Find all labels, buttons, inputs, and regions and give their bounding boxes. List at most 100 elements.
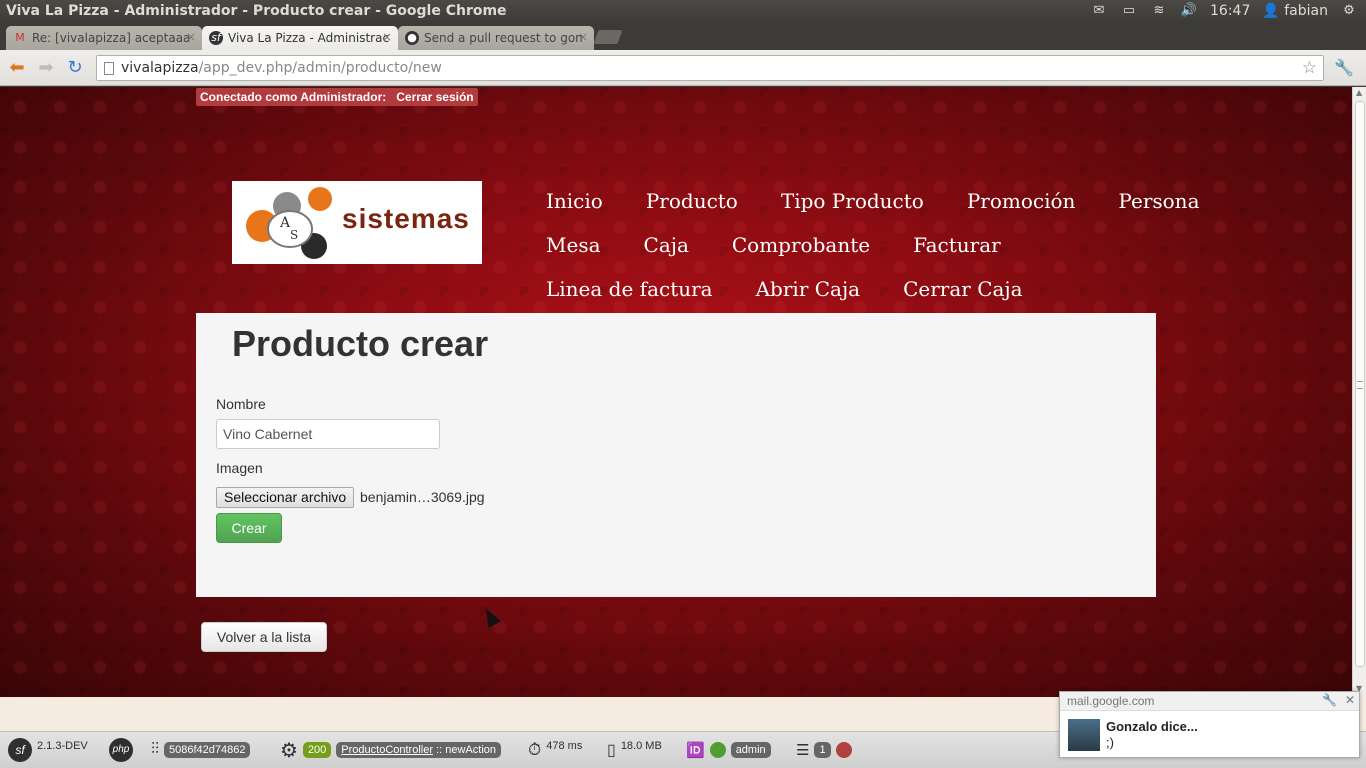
user-menu[interactable]: 👤 fabian [1262, 3, 1328, 19]
wrench-icon[interactable]: 🔧 [1334, 58, 1354, 77]
username: fabian [1284, 3, 1328, 19]
close-icon[interactable]: × [186, 30, 196, 44]
cogs-icon: ⚙ [280, 739, 298, 762]
nav-tipo-producto[interactable]: Tipo Producto [781, 189, 924, 213]
new-tab-button[interactable] [593, 30, 623, 44]
php-icon: php [109, 738, 133, 762]
close-icon[interactable]: × [578, 30, 588, 44]
sf-php[interactable]: php [109, 738, 133, 762]
nav-abrir-caja[interactable]: Abrir Caja [756, 277, 860, 301]
mail-icon[interactable]: ✉ [1090, 3, 1108, 19]
sf-security[interactable]: 🆔 admin [686, 738, 771, 762]
nav-facturar[interactable]: Facturar [913, 233, 1001, 257]
database-icon: ☰ [796, 742, 810, 759]
close-icon[interactable]: ✕ [1345, 693, 1355, 707]
create-button[interactable]: Crear [216, 513, 282, 543]
volume-icon[interactable]: 🔊 [1180, 3, 1198, 19]
token-badge: 5086f42d74862 [164, 742, 251, 758]
bookmark-star-icon[interactable]: ☆ [1302, 58, 1317, 78]
user-card-icon: 🆔 [686, 742, 705, 759]
avatar [1068, 719, 1100, 751]
mouse-cursor-icon [480, 605, 501, 628]
github-icon: ● [405, 31, 419, 45]
wrench-icon[interactable]: 🔧 [1322, 693, 1337, 707]
selected-file-name: benjamin…3069.jpg [360, 489, 485, 505]
sf-version[interactable]: sf 2.1.3-DEV [8, 738, 88, 762]
tab-title: Send a pull request to gon [424, 31, 583, 45]
gear-icon[interactable]: ⚙ [1340, 3, 1358, 19]
nav-promocion[interactable]: Promoción [967, 189, 1076, 213]
tab-gmail[interactable]: M Re: [vivalapizza] aceptaaa × [6, 26, 202, 50]
nav-cerrar-caja[interactable]: Cerrar Caja [903, 277, 1022, 301]
login-bar: Conectado como Administrador: Cerrar ses… [196, 88, 478, 106]
chat-notification[interactable]: mail.google.com 🔧 ✕ Gonzalo dice... ;) [1059, 691, 1360, 758]
nombre-label: Nombre [216, 396, 266, 412]
controller-name: ProductoController [341, 744, 434, 756]
notification-title: Gonzalo dice... [1106, 719, 1198, 734]
imagen-label: Imagen [216, 460, 263, 476]
nav-inicio[interactable]: Inicio [546, 189, 603, 213]
stopwatch-icon: ⏱ [528, 740, 542, 759]
forward-arrow-icon[interactable]: ➡ [35, 57, 57, 79]
nav-persona[interactable]: Persona [1118, 189, 1199, 213]
controller-badge: ProductoController :: newAction [336, 742, 502, 758]
memory-value: 18.0 MB [620, 740, 662, 752]
scroll-grip-icon [1357, 381, 1363, 389]
choose-file-button[interactable]: Seleccionar archivo [216, 487, 355, 508]
status-code-badge: 200 [302, 742, 332, 758]
nav-comprobante[interactable]: Comprobante [732, 233, 870, 257]
wifi-icon[interactable]: ≋ [1150, 3, 1168, 19]
logout-link[interactable]: Cerrar sesión [396, 90, 473, 104]
system-tray: ✉ ▭ ≋ 🔊 16:47 👤 fabian ⚙ [1090, 3, 1358, 19]
nav-linea-de-factura[interactable]: Linea de factura [546, 277, 713, 301]
tab-github[interactable]: ● Send a pull request to gon × [398, 26, 594, 50]
scroll-up-icon[interactable]: ▲ [1356, 88, 1362, 97]
back-to-list-button[interactable]: Volver a la lista [201, 622, 327, 652]
sf-db[interactable]: ☰ 1 [796, 738, 852, 762]
notification-source: mail.google.com [1067, 694, 1155, 708]
back-arrow-icon[interactable]: ⬅ [6, 57, 28, 79]
tab-title: Re: [vivalapizza] aceptaaa [32, 31, 191, 45]
url-path: /app_dev.php/admin/producto/new [198, 60, 442, 76]
url-host: vivalapizza [121, 60, 199, 76]
logo-text: sistemas [342, 203, 470, 234]
main-nav: Inicio Producto Tipo Producto Promoción … [546, 179, 1200, 311]
time-value: 478 ms [546, 740, 583, 752]
sf-request[interactable]: ⚙ 200 ProductoController :: newAction [280, 738, 502, 762]
reload-icon[interactable]: ↻ [64, 57, 86, 79]
clock[interactable]: 16:47 [1210, 3, 1250, 19]
nav-row: Mesa Caja Comprobante Facturar [546, 223, 1186, 267]
page-viewport: Conectado como Administrador: Cerrar ses… [0, 87, 1352, 697]
gmail-icon: M [15, 31, 25, 44]
notification-body: ;) [1106, 735, 1114, 750]
action-name: newAction [445, 744, 497, 756]
battery-icon[interactable]: ▭ [1120, 3, 1138, 19]
tab-strip: M Re: [vivalapizza] aceptaaa × sf Viva L… [0, 24, 1366, 50]
sf-version-text: 2.1.3-DEV [37, 740, 88, 752]
nav-mesa[interactable]: Mesa [546, 233, 601, 257]
login-status: Conectado como Administrador: [200, 90, 387, 104]
query-count-badge: 1 [814, 742, 831, 758]
site-logo[interactable]: A S sistemas [232, 181, 482, 264]
page-icon [104, 62, 114, 75]
tab-vivalapizza[interactable]: sf Viva La Pizza - Administrac × [202, 26, 398, 50]
sf-token[interactable]: ⫶⫶ 5086f42d74862 [151, 738, 251, 762]
auth-status-dot [709, 742, 726, 758]
symfony-logo-icon: sf [8, 738, 32, 762]
page-scrollbar[interactable]: ▲ ▼ [1352, 87, 1366, 697]
user-icon: 👤 [1262, 3, 1280, 19]
sf-memory[interactable]: ▯ 18.0 MB [607, 738, 662, 762]
nombre-input[interactable] [216, 419, 440, 449]
symfony-icon: sf [209, 31, 223, 45]
svg-text:S: S [290, 228, 298, 242]
nav-caja[interactable]: Caja [644, 233, 689, 257]
nav-row: Inicio Producto Tipo Producto Promoción … [546, 179, 1200, 223]
browser-toolbar: ⬅ ➡ ↻ vivalapizza/app_dev.php/admin/prod… [0, 50, 1366, 86]
tab-title: Viva La Pizza - Administrac [228, 31, 390, 45]
sf-timer[interactable]: ⏱ 478 ms [528, 738, 582, 762]
nav-producto[interactable]: Producto [646, 189, 738, 213]
address-bar[interactable]: vivalapizza/app_dev.php/admin/producto/n… [96, 55, 1324, 81]
memory-icon: ▯ [607, 742, 616, 759]
content-panel: Producto crear Nombre Imagen Seleccionar… [196, 313, 1156, 597]
close-icon[interactable]: × [382, 30, 392, 44]
